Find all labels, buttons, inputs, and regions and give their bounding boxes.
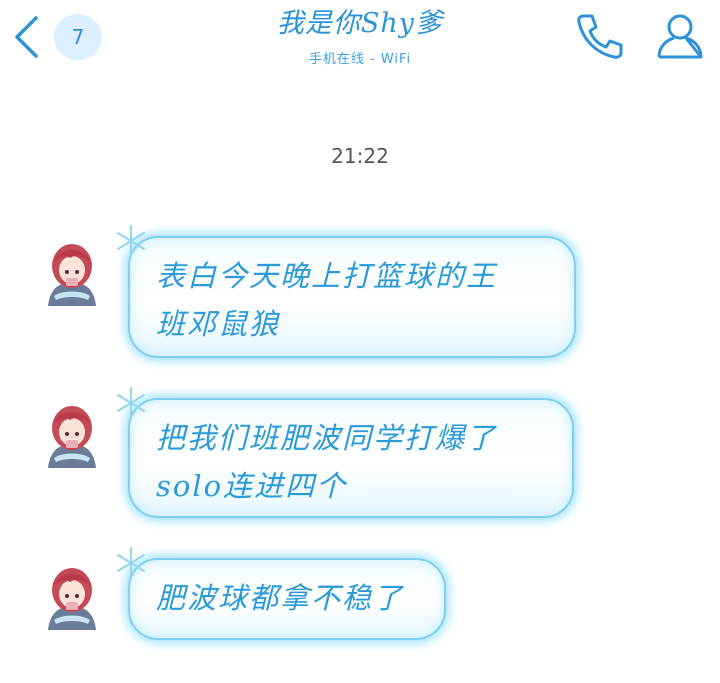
avatar[interactable] — [40, 560, 104, 632]
person-icon — [657, 14, 703, 59]
profile-button[interactable] — [654, 10, 706, 62]
contact-info: 我是你Shy爹 手机在线 - WiFi — [200, 6, 520, 67]
message-bubble[interactable]: 把我们班肥波同学打爆了 solo连进四个 — [128, 398, 574, 518]
chevron-left-icon — [15, 16, 38, 58]
message-text-line: solo连进四个 — [156, 469, 348, 503]
contact-name: 我是你Shy爹 — [276, 8, 444, 39]
avatar[interactable] — [40, 236, 104, 308]
chat-header: 7 我是你Shy爹 手机在线 - WiFi — [0, 0, 720, 90]
message-timestamp: 21:22 — [331, 144, 389, 168]
call-button[interactable] — [574, 10, 626, 62]
phone-icon — [577, 14, 623, 59]
snowflake-icon — [117, 225, 145, 257]
message-text-line: 表白今天晚上打篮球的王 — [156, 259, 498, 293]
message-text-line: 把我们班肥波同学打爆了 — [156, 421, 498, 455]
avatar[interactable] — [40, 398, 104, 470]
online-status: 手机在线 - WiFi — [308, 52, 412, 67]
snowflake-icon — [117, 547, 145, 579]
message-bubble[interactable]: 肥波球都拿不稳了 — [128, 558, 446, 640]
snowflake-icon — [117, 387, 145, 419]
back-button[interactable] — [8, 14, 44, 60]
unread-count-badge[interactable]: 7 — [54, 14, 102, 60]
message-text-line: 班邓鼠狼 — [156, 307, 281, 341]
message-bubble[interactable]: 表白今天晚上打篮球的王 班邓鼠狼 — [128, 236, 576, 358]
message-text-line: 肥波球都拿不稳了 — [156, 581, 405, 615]
